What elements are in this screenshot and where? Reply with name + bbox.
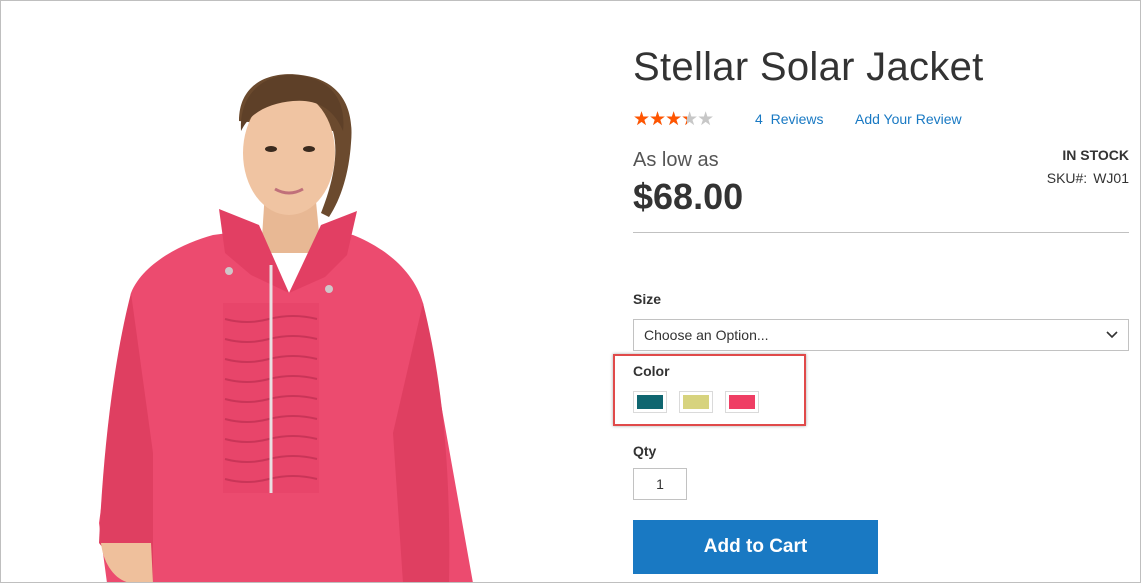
swatch-fill [729,395,755,409]
product-title: Stellar Solar Jacket [633,45,984,89]
qty-input[interactable]: 1 [633,468,687,500]
color-swatch-yellow[interactable] [679,391,713,413]
qty-label: Qty [633,443,657,459]
star-filled-icon: ★★★★★ [633,111,687,129]
rating-stars: ★★★★★ ★★★★★ [633,110,723,129]
reviews-count: 4 [755,111,763,127]
add-to-cart-button[interactable]: Add to Cart [633,520,878,574]
color-swatch-pink[interactable] [725,391,759,413]
size-select[interactable]: Choose an Option... [633,319,1129,351]
product-price: $68.00 [633,176,744,217]
sku-label: SKU#: [1046,170,1088,186]
rating-summary: ★★★★★ ★★★★★ [633,110,723,130]
size-label: Size [633,291,662,307]
swatch-fill [683,395,709,409]
product-image[interactable] [3,3,603,582]
product-page: Stellar Solar Jacket ★★★★★ ★★★★★ 4 Revie… [0,0,1141,583]
size-select-value: Choose an Option... [644,327,769,343]
color-swatch-teal[interactable] [633,391,667,413]
product-photo-illustration [3,3,603,582]
sku-value: WJ01 [1093,170,1129,186]
chevron-down-icon [1106,331,1118,339]
price-prefix: As low as [633,149,719,171]
divider [633,232,1129,233]
sku: SKU#: WJ01 [1047,170,1129,186]
reviews-link[interactable]: 4 Reviews [755,111,823,127]
reviews-label: Reviews [770,111,824,127]
color-label: Color [633,363,670,379]
add-review-link[interactable]: Add Your Review [855,111,962,127]
stock-status: IN STOCK [1062,147,1129,163]
swatch-fill [637,395,663,409]
product-info: Stellar Solar Jacket ★★★★★ ★★★★★ 4 Revie… [633,1,1129,582]
